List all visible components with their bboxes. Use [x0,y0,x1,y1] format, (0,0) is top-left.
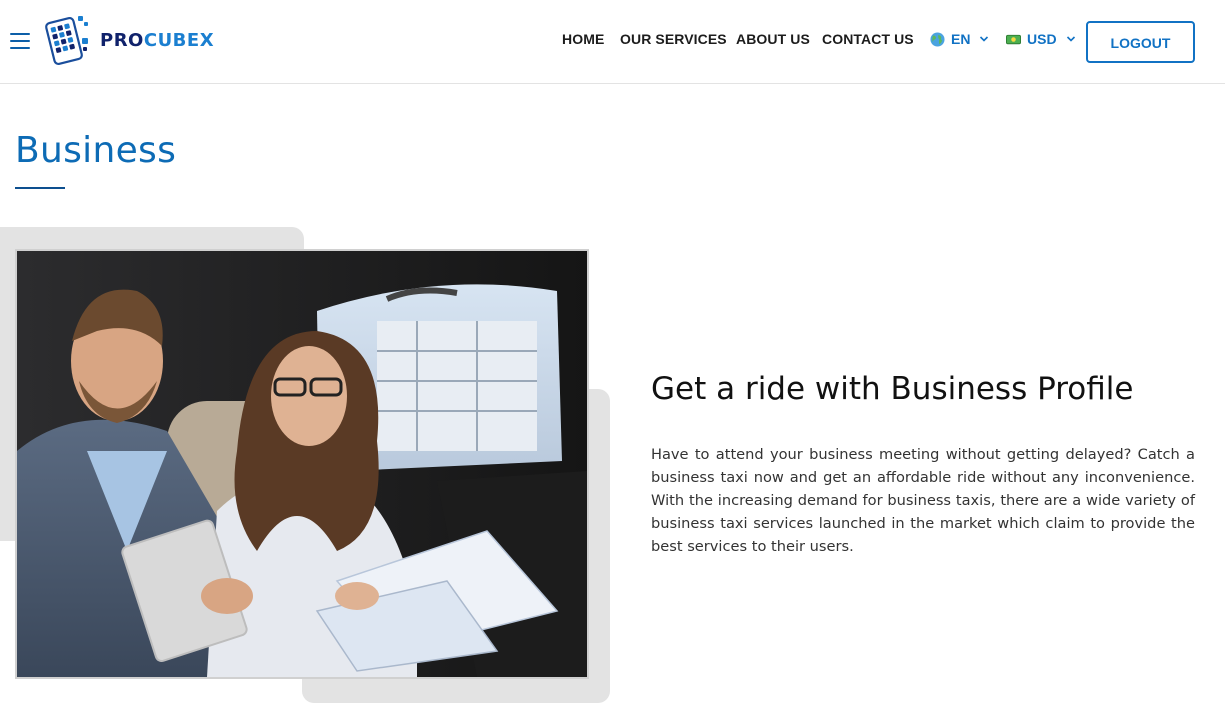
logo-prefix: PRO [100,29,144,51]
logout-button[interactable]: LOGOUT [1086,21,1195,63]
feature-description: Have to attend your business meeting wit… [651,446,1195,555]
language-label: EN [951,31,971,47]
nav-home[interactable]: HOME [562,31,604,47]
page-title: Business [15,130,177,171]
nav-about-us[interactable]: ABOUT US [736,31,810,47]
business-ride-photo [15,249,589,679]
procubex-logo[interactable]: PROCUBEX [44,14,214,66]
logo-phone-grid-icon [45,16,88,66]
currency-selector[interactable]: USD [1006,31,1076,47]
globe-icon [930,31,945,47]
nav-our-services[interactable]: OUR SERVICES [620,31,727,47]
chevron-down-icon [980,36,989,42]
chevron-down-icon [1066,36,1075,42]
title-underline [15,187,65,189]
business-people-in-car-image [17,251,587,677]
banknote-icon [1006,34,1021,44]
feature-title: Get a ride with Business Profile [651,371,1134,407]
top-header: PROCUBEX HOME OUR SERVICES ABOUT US CONT… [0,0,1225,84]
logo-wordmark: PROCUBEX [100,30,214,51]
currency-label: USD [1027,31,1057,47]
hamburger-menu-icon[interactable] [10,33,30,49]
logo-suffix: CUBEX [143,29,215,51]
nav-contact-us[interactable]: CONTACT US [822,31,914,47]
language-selector[interactable]: EN [930,31,989,47]
